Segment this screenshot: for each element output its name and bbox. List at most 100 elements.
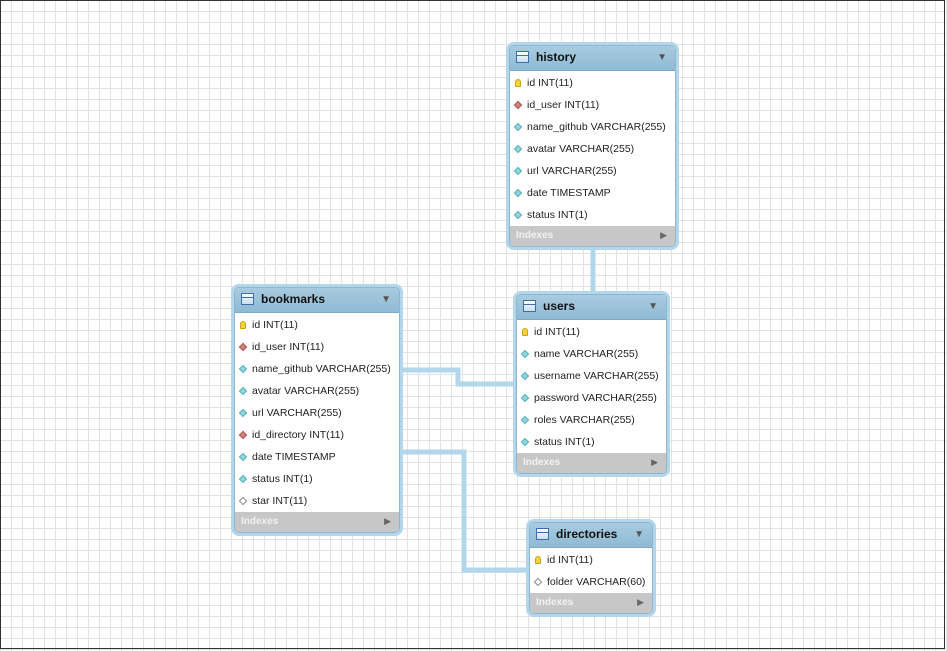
- column-row[interactable]: name_github VARCHAR(255): [510, 116, 675, 138]
- column-row[interactable]: star INT(11): [235, 490, 399, 512]
- table-header[interactable]: history ▼: [510, 46, 675, 71]
- column-icon: [520, 371, 530, 381]
- column-icon: [513, 166, 523, 176]
- column-label: star INT(11): [252, 495, 308, 507]
- column-icon: [520, 415, 530, 425]
- column-row[interactable]: date TIMESTAMP: [510, 182, 675, 204]
- column-label: status INT(1): [252, 473, 313, 485]
- column-label: name_github VARCHAR(255): [252, 363, 391, 375]
- table-bookmarks[interactable]: bookmarks ▼ id INT(11) id_user INT(11) nam…: [234, 287, 400, 533]
- column-label: url VARCHAR(255): [252, 407, 342, 419]
- column-row[interactable]: roles VARCHAR(255): [517, 409, 666, 431]
- indexes-label: Indexes: [536, 597, 574, 608]
- primary-key-icon: [522, 328, 528, 336]
- indexes-bar[interactable]: Indexes ▶: [510, 226, 675, 246]
- primary-key-icon: [515, 79, 521, 87]
- column-row[interactable]: id_directory INT(11): [235, 424, 399, 446]
- column-icon: [238, 474, 248, 484]
- column-row[interactable]: id INT(11): [235, 314, 399, 336]
- column-row[interactable]: url VARCHAR(255): [510, 160, 675, 182]
- column-list: id INT(11) name VARCHAR(255) username VARC…: [517, 320, 666, 453]
- relationship-lines: [400, 246, 596, 573]
- column-icon: [513, 188, 523, 198]
- indexes-bar[interactable]: Indexes ▶: [235, 512, 399, 532]
- column-row[interactable]: id INT(11): [510, 72, 675, 94]
- column-label: id_directory INT(11): [252, 429, 344, 441]
- column-label: username VARCHAR(255): [534, 370, 659, 382]
- column-row[interactable]: avatar VARCHAR(255): [510, 138, 675, 160]
- column-row[interactable]: name VARCHAR(255): [517, 343, 666, 365]
- column-row[interactable]: name_github VARCHAR(255): [235, 358, 399, 380]
- column-row[interactable]: username VARCHAR(255): [517, 365, 666, 387]
- table-icon: [536, 528, 549, 540]
- link-bookmarks-users: [400, 367, 516, 387]
- table-history[interactable]: history ▼ id INT(11) id_user INT(11) name_…: [509, 45, 676, 247]
- table-title: history: [536, 50, 577, 64]
- column-label: id_user INT(11): [252, 341, 325, 353]
- column-icon: [520, 349, 530, 359]
- primary-key-icon: [240, 321, 246, 329]
- expand-arrow-icon[interactable]: ▶: [660, 230, 667, 241]
- indexes-label: Indexes: [523, 457, 561, 468]
- column-label: date TIMESTAMP: [527, 187, 611, 199]
- column-row[interactable]: id INT(11): [530, 549, 652, 571]
- column-row[interactable]: date TIMESTAMP: [235, 446, 399, 468]
- column-icon: [238, 364, 248, 374]
- table-users[interactable]: users ▼ id INT(11) name VARCHAR(255) usern…: [516, 294, 667, 474]
- table-icon: [523, 300, 536, 312]
- nullable-column-icon: [238, 496, 248, 506]
- table-title: users: [543, 299, 576, 313]
- expand-arrow-icon[interactable]: ▶: [637, 597, 644, 608]
- column-icon: [238, 408, 248, 418]
- indexes-label: Indexes: [241, 516, 279, 527]
- column-label: avatar VARCHAR(255): [252, 385, 360, 397]
- column-label: id INT(11): [252, 319, 298, 331]
- link-bookmarks-directories: [400, 449, 529, 573]
- column-label: password VARCHAR(255): [534, 392, 657, 404]
- column-label: folder VARCHAR(60): [547, 576, 646, 588]
- collapse-caret-icon[interactable]: ▼: [634, 529, 644, 540]
- column-icon: [238, 386, 248, 396]
- collapse-caret-icon[interactable]: ▼: [648, 301, 658, 312]
- column-row[interactable]: avatar VARCHAR(255): [235, 380, 399, 402]
- collapse-caret-icon[interactable]: ▼: [381, 294, 391, 305]
- column-row[interactable]: id_user INT(11): [510, 94, 675, 116]
- table-header[interactable]: directories ▼: [530, 523, 652, 548]
- table-icon: [241, 293, 254, 305]
- indexes-label: Indexes: [516, 230, 554, 241]
- column-list: id INT(11) id_user INT(11) name_github VAR…: [510, 71, 675, 226]
- column-row[interactable]: id INT(11): [517, 321, 666, 343]
- column-row[interactable]: url VARCHAR(255): [235, 402, 399, 424]
- column-icon: [520, 437, 530, 447]
- table-title: bookmarks: [261, 292, 326, 306]
- foreign-key-icon: [238, 342, 248, 352]
- column-label: url VARCHAR(255): [527, 165, 617, 177]
- column-row[interactable]: folder VARCHAR(60): [530, 571, 652, 593]
- table-directories[interactable]: directories ▼ id INT(11) folder VARCHAR(6…: [529, 522, 653, 614]
- column-row[interactable]: status INT(1): [510, 204, 675, 226]
- expand-arrow-icon[interactable]: ▶: [651, 457, 658, 468]
- nullable-column-icon: [533, 577, 543, 587]
- expand-arrow-icon[interactable]: ▶: [384, 516, 391, 527]
- indexes-bar[interactable]: Indexes ▶: [517, 453, 666, 473]
- column-label: avatar VARCHAR(255): [527, 143, 635, 155]
- collapse-caret-icon[interactable]: ▼: [657, 52, 667, 63]
- column-icon: [238, 452, 248, 462]
- column-label: id_user INT(11): [527, 99, 600, 111]
- column-label: name VARCHAR(255): [534, 348, 639, 360]
- column-label: id INT(11): [547, 554, 593, 566]
- table-header[interactable]: users ▼: [517, 295, 666, 320]
- column-row[interactable]: password VARCHAR(255): [517, 387, 666, 409]
- indexes-bar[interactable]: Indexes ▶: [530, 593, 652, 613]
- column-label: name_github VARCHAR(255): [527, 121, 666, 133]
- column-row[interactable]: id_user INT(11): [235, 336, 399, 358]
- column-label: status INT(1): [534, 436, 595, 448]
- primary-key-icon: [535, 556, 541, 564]
- column-list: id INT(11) folder VARCHAR(60): [530, 548, 652, 593]
- column-label: id INT(11): [534, 326, 580, 338]
- column-row[interactable]: status INT(1): [235, 468, 399, 490]
- foreign-key-icon: [238, 430, 248, 440]
- column-row[interactable]: status INT(1): [517, 431, 666, 453]
- column-label: date TIMESTAMP: [252, 451, 336, 463]
- table-header[interactable]: bookmarks ▼: [235, 288, 399, 313]
